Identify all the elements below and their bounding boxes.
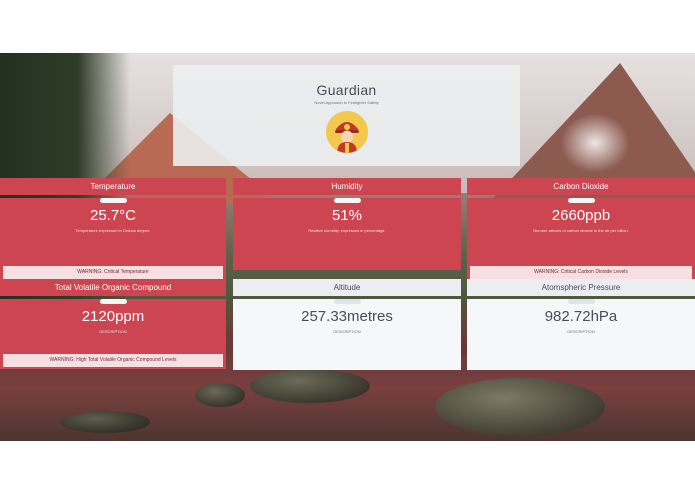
card-value: 982.72hPa	[544, 308, 618, 325]
unit-toggle[interactable]	[99, 198, 127, 203]
app-title: Guardian	[316, 82, 377, 98]
card-body: 982.72hPa DESCRIPTION	[467, 299, 695, 370]
warning-banner: WARNING: High Total Volatile Organic Com…	[3, 354, 223, 367]
scene-rock	[435, 378, 605, 436]
unit-toggle[interactable]	[567, 299, 595, 304]
card-description: DESCRIPTION	[99, 329, 127, 334]
card-tvoc: Total Volatile Organic Compound 2120ppm …	[0, 279, 226, 369]
card-carbon-dioxide: Carbon Dioxide 2660ppb Number articles o…	[467, 178, 695, 287]
card-value: 257.33metres	[301, 308, 393, 325]
card-body: 257.33metres DESCRIPTION	[233, 299, 461, 370]
card-title: Humidity	[233, 178, 461, 195]
card-description: DESCRIPTION	[567, 329, 595, 334]
warning-banner: WARNING: Critical Carbon Dioxide Levels	[470, 266, 692, 279]
card-description: Relative humidity, expressed in percenta…	[308, 228, 386, 233]
card-value: 25.7°C	[89, 207, 137, 224]
card-title: Carbon Dioxide	[467, 178, 695, 195]
card-body: 2120ppm DESCRIPTION WARNING: High Total …	[0, 299, 226, 369]
card-humidity: Humidity 51% Relative humidity, expresse…	[233, 178, 461, 270]
unit-toggle[interactable]	[333, 198, 361, 203]
scene-rock	[195, 383, 245, 407]
scene-rock	[60, 411, 150, 433]
card-description: Temperature expressed in Celsius degree.	[75, 228, 151, 233]
scene-rock	[250, 369, 370, 403]
warning-banner: WARNING: Critical Temperature	[3, 266, 223, 279]
card-title: Atomspheric Pressure	[467, 279, 695, 296]
card-title: Altitude	[233, 279, 461, 296]
card-value: 2120ppm	[81, 308, 145, 325]
card-body: 51% Relative humidity, expressed in perc…	[233, 198, 461, 270]
unit-toggle[interactable]	[567, 198, 595, 203]
card-body: 25.7°C Temperature expressed in Celsius …	[0, 198, 226, 287]
card-altitude: Altitude 257.33metres DESCRIPTION	[233, 279, 461, 370]
card-value: 51%	[331, 207, 363, 224]
unit-toggle[interactable]	[99, 299, 127, 304]
firefighter-icon	[326, 111, 368, 153]
card-atmospheric-pressure: Atomspheric Pressure 982.72hPa DESCRIPTI…	[467, 279, 695, 370]
card-description: Number articles of carbon dioxide in the…	[533, 228, 629, 233]
scene-snow	[560, 113, 630, 173]
card-value: 2660ppb	[551, 207, 611, 224]
app-subtitle: Novel Approach to Firefighter Safety	[314, 100, 379, 105]
unit-toggle[interactable]	[333, 299, 361, 304]
card-title: Total Volatile Organic Compound	[0, 279, 226, 296]
card-temperature: Temperature 25.7°C Temperature expressed…	[0, 178, 226, 287]
card-title: Temperature	[0, 178, 226, 195]
app-header: Guardian Novel Approach to Firefighter S…	[173, 65, 520, 166]
card-description: DESCRIPTION	[333, 329, 361, 334]
card-body: 2660ppb Number articles of carbon dioxid…	[467, 198, 695, 287]
